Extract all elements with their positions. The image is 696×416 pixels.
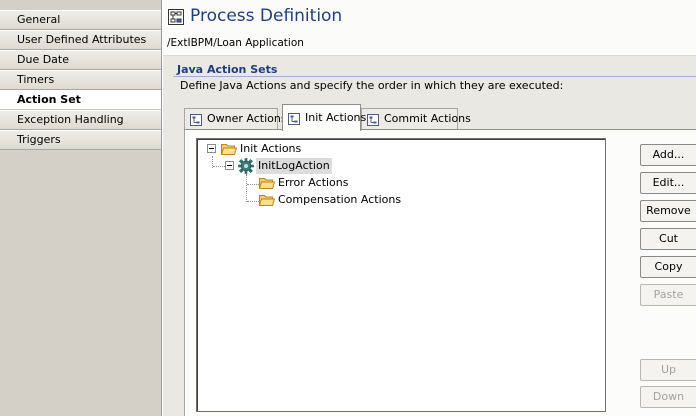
tree-node-initlogaction[interactable]: InitLogAction — [197, 158, 397, 174]
folder-open-icon — [259, 195, 275, 206]
paste-button[interactable]: Paste — [640, 284, 696, 306]
breadcrumb: /ExtIBPM/Loan Application — [167, 37, 304, 49]
tab-label: Commit Actions — [384, 112, 471, 125]
collapse-icon[interactable] — [207, 144, 216, 153]
action-set-icon — [367, 114, 379, 126]
page-title: Process Definition — [190, 6, 343, 26]
sidebar-item-general[interactable]: General — [0, 10, 161, 30]
main-panel: Process Definition /ExtIBPM/Loan Applica… — [163, 0, 696, 416]
remove-button[interactable]: Remove — [640, 200, 696, 222]
folder-open-icon — [221, 144, 237, 155]
add-button[interactable]: Add... — [640, 144, 696, 166]
tab-owner-actions[interactable]: Owner Actions — [184, 108, 287, 130]
tree-node-compensation-actions[interactable]: Compensation Actions — [197, 192, 417, 208]
move-up-button[interactable]: Up — [640, 359, 696, 381]
copy-button[interactable]: Copy — [640, 256, 696, 278]
tab-label: Owner Actions — [207, 112, 287, 125]
move-down-button[interactable]: Down — [640, 386, 696, 408]
sidebar-item-exception-handling[interactable]: Exception Handling — [0, 110, 161, 130]
tab-commit-actions[interactable]: Commit Actions — [361, 108, 471, 130]
sidebar-item-user-defined-attributes[interactable]: User Defined Attributes — [0, 30, 161, 50]
folder-open-icon — [259, 178, 275, 189]
action-set-icon — [190, 114, 202, 126]
tab-label: Init Actions — [305, 111, 367, 124]
tree-node-error-actions[interactable]: Error Actions — [197, 175, 397, 191]
process-definition-icon — [168, 9, 184, 25]
sidebar: General User Defined Attributes Due Date… — [0, 0, 162, 416]
section-divider — [173, 76, 696, 77]
cut-button[interactable]: Cut — [640, 228, 696, 250]
action-tree[interactable]: Init Actions InitLogAction Error Actions… — [196, 138, 606, 412]
tree-node-label: Init Actions — [240, 142, 302, 155]
tree-node-init-actions[interactable]: Init Actions — [197, 141, 397, 157]
sidebar-item-triggers[interactable]: Triggers — [0, 130, 161, 150]
tree-node-label: Error Actions — [278, 176, 349, 189]
section-description: Define Java Actions and specify the orde… — [180, 79, 564, 92]
sidebar-item-timers[interactable]: Timers — [0, 70, 161, 90]
action-set-icon — [288, 113, 300, 125]
sidebar-item-action-set[interactable]: Action Set — [0, 90, 161, 110]
section-title: Java Action Sets — [177, 63, 278, 76]
sidebar-item-due-date[interactable]: Due Date — [0, 50, 161, 70]
collapse-icon[interactable] — [225, 161, 234, 170]
tree-node-label: InitLogAction — [256, 158, 332, 174]
gear-icon — [238, 158, 254, 174]
page-header: Process Definition /ExtIBPM/Loan Applica… — [163, 0, 696, 56]
tree-node-label: Compensation Actions — [278, 193, 402, 206]
edit-button[interactable]: Edit... — [640, 172, 696, 194]
tab-init-actions[interactable]: Init Actions — [282, 104, 366, 131]
